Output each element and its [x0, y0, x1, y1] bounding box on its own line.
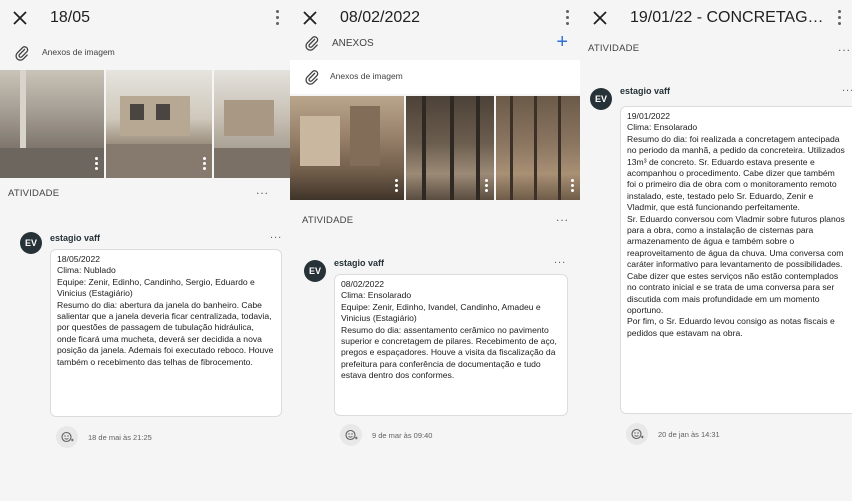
avatar: EV	[304, 260, 326, 282]
attachments-label: Anexos de imagem	[330, 71, 403, 81]
activity-label: ATIVIDADE	[8, 188, 60, 199]
add-reaction-icon	[345, 429, 358, 441]
comment-text: 18/05/2022 Clima: Nublado Equipe: Zenir,…	[50, 249, 282, 417]
photo-thumbnail[interactable]	[0, 70, 104, 178]
add-reaction-icon	[61, 431, 74, 443]
comment-more-button[interactable]: ...	[842, 82, 852, 94]
close-icon[interactable]	[10, 8, 30, 28]
photo-strip	[0, 70, 290, 178]
paperclip-icon	[15, 46, 29, 61]
photo-thumbnail[interactable]	[106, 70, 212, 178]
comment-timestamp: 9 de mar às 09:40	[372, 431, 433, 440]
comment-more-button[interactable]: ...	[554, 254, 566, 266]
photo-thumbnail[interactable]	[406, 96, 494, 200]
comment-more-button[interactable]: ...	[270, 229, 282, 241]
add-reaction-icon	[631, 428, 644, 440]
attachments-row[interactable]: Anexos de imagem	[0, 36, 290, 70]
comment-timestamp: 18 de mai às 21:25	[88, 433, 152, 442]
comment-text: 19/01/2022 Clima: Ensolarado Resumo do d…	[620, 106, 852, 414]
page-title: 08/02/2022	[340, 9, 421, 26]
close-icon[interactable]	[300, 8, 320, 28]
photo-thumbnail[interactable]	[214, 70, 290, 178]
attachments-row[interactable]: Anexos de imagem	[290, 60, 580, 94]
attachments-section-header: ANEXOS +	[290, 30, 580, 58]
photo-thumbnail[interactable]	[290, 96, 404, 200]
author-name: estagio vaff	[50, 233, 101, 243]
activity-label: ATIVIDADE	[302, 215, 354, 226]
plus-icon[interactable]: +	[556, 32, 568, 52]
add-reaction-button[interactable]	[56, 426, 78, 448]
page-title: 18/05	[50, 9, 91, 26]
photo-thumbnail[interactable]	[496, 96, 580, 200]
activity-more-button[interactable]: ...	[256, 183, 269, 197]
more-vertical-icon[interactable]	[838, 10, 842, 26]
attachments-label: Anexos de imagem	[42, 47, 115, 57]
activity-more-button[interactable]: ...	[556, 210, 569, 224]
card-panel-2: 08/02/2022 ANEXOS + Anexos de imagem ATI…	[290, 0, 580, 501]
app-bar: 19/01/22 - CONCRETAGEM DE...	[580, 0, 852, 36]
app-bar: 18/05	[0, 0, 290, 36]
author-name: estagio vaff	[620, 86, 671, 96]
comment-timestamp: 20 de jan às 14:31	[658, 430, 720, 439]
activity-label: ATIVIDADE	[588, 43, 640, 54]
author-name: estagio vaff	[334, 258, 385, 268]
paperclip-icon	[305, 70, 319, 85]
photo-strip	[290, 96, 580, 200]
add-reaction-button[interactable]	[626, 423, 648, 445]
avatar: EV	[20, 232, 42, 254]
avatar: EV	[590, 88, 612, 110]
attachments-section-label: ANEXOS	[332, 38, 374, 49]
page-title: 19/01/22 - CONCRETAGEM DE...	[630, 9, 830, 26]
more-vertical-icon[interactable]	[566, 10, 570, 26]
card-panel-3: 19/01/22 - CONCRETAGEM DE... ATIVIDADE .…	[580, 0, 852, 501]
add-reaction-button[interactable]	[340, 424, 362, 446]
close-icon[interactable]	[590, 8, 610, 28]
card-panel-1: 18/05 Anexos de imagem ATIVIDADE ... EV …	[0, 0, 290, 501]
more-vertical-icon[interactable]	[276, 10, 280, 26]
comment-text: 08/02/2022 Clima: Ensolarado Equipe: Zen…	[334, 274, 568, 416]
paperclip-icon	[305, 36, 319, 51]
activity-more-button[interactable]: ...	[838, 40, 851, 54]
